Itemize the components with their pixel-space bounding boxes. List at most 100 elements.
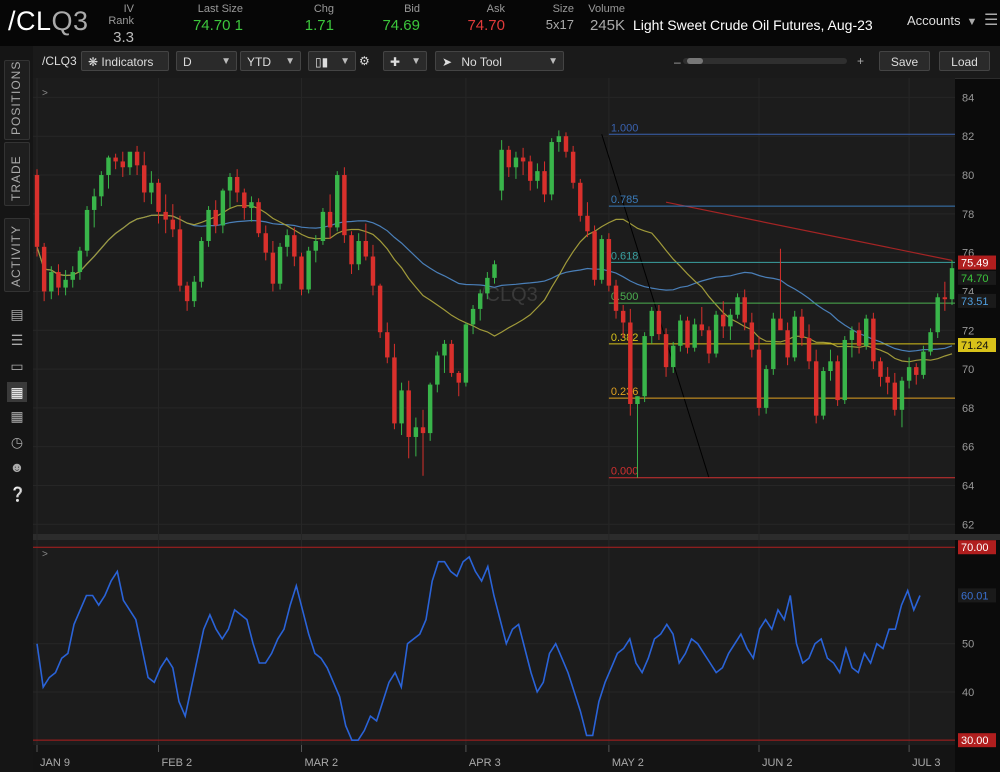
candle-body: [292, 235, 297, 257]
candle-body: [670, 345, 676, 368]
fib-level-label: 1.000: [611, 122, 639, 134]
candle-body: [735, 297, 740, 315]
candle-body: [778, 318, 783, 331]
candle-body: [570, 151, 576, 183]
candle-body: [864, 318, 869, 346]
candle-body: [806, 338, 812, 362]
price-marker-label: 73.51: [961, 296, 989, 308]
candle-body: [149, 182, 154, 193]
candle-body: [206, 209, 211, 241]
candle-body: [878, 361, 883, 377]
candle-body: [706, 330, 712, 354]
candle-body: [828, 361, 833, 372]
candle-body: [856, 330, 862, 346]
candle-body: [363, 240, 369, 257]
candle-body: [56, 272, 61, 288]
price-tick-label: 68: [962, 403, 974, 415]
candle-body: [120, 161, 125, 168]
candle-body: [771, 318, 776, 370]
candle-body: [613, 285, 619, 311]
price-tick-label: 70: [962, 364, 974, 376]
candle-body: [477, 293, 483, 309]
fib-level-label: 0.236: [611, 386, 639, 398]
price-axis: 62646668707274767880828475.4974.7073.517…: [958, 92, 996, 531]
candle-body: [585, 215, 590, 232]
candle-body: [835, 361, 840, 401]
candle-body: [413, 427, 419, 437]
candle-body: [642, 336, 647, 397]
candle-body: [556, 136, 562, 143]
fib-level-label: 0.000: [611, 466, 639, 478]
fib-level-label: 0.618: [611, 250, 639, 262]
candle-body: [427, 384, 433, 434]
collapse-toggle-rsi[interactable]: >: [42, 549, 48, 560]
candle-body: [420, 427, 426, 434]
candle-body: [313, 240, 319, 251]
candle-body: [406, 390, 411, 437]
candle-body: [113, 157, 118, 162]
candle-body: [256, 202, 261, 234]
candle-body: [721, 314, 726, 327]
candle-body: [921, 351, 926, 375]
candle-body: [442, 343, 447, 356]
panel-divider[interactable]: [33, 534, 1000, 540]
candle-body: [327, 211, 333, 228]
candle-body: [99, 175, 104, 197]
candle-body: [435, 355, 440, 385]
price-chart[interactable]: > > /CLQ3 1.0000.7850.6180.5000.3820.236…: [0, 0, 1000, 772]
date-tick-label: JUN 2: [762, 757, 793, 769]
candle-body: [628, 322, 633, 404]
candle-body: [234, 176, 240, 193]
fib-level-label: 0.785: [611, 194, 639, 206]
candle-body: [799, 316, 805, 339]
candle-body: [284, 235, 290, 247]
candle-body: [685, 320, 690, 348]
candle-body: [763, 369, 769, 408]
candle-body: [678, 320, 683, 346]
candle-body: [728, 314, 733, 327]
candle-body: [528, 161, 533, 181]
candle-body: [84, 209, 90, 251]
price-tick-label: 82: [962, 131, 974, 143]
candle-body: [392, 357, 397, 424]
price-tick-label: 64: [962, 480, 974, 492]
candle-body: [663, 334, 669, 368]
candle-body: [578, 182, 583, 216]
candle-body: [213, 209, 218, 226]
candle-body: [335, 175, 340, 228]
fib-level-label: 0.382: [611, 332, 639, 344]
candle-body: [492, 264, 497, 278]
rsi-tick-label: 40: [962, 687, 974, 699]
candle-body: [928, 332, 933, 352]
price-marker-label: 71.24: [961, 340, 989, 352]
price-tick-label: 80: [962, 170, 974, 182]
candle-body: [871, 318, 876, 362]
candle-body: [549, 142, 554, 195]
candle-body: [199, 240, 204, 282]
candle-body: [177, 229, 183, 286]
candle-body: [756, 349, 762, 408]
candle-body: [170, 219, 176, 230]
candle-body: [620, 310, 626, 323]
candle-body: [242, 192, 247, 209]
candle-body: [385, 332, 390, 358]
date-tick-label: FEB 2: [162, 757, 193, 769]
candle-body: [506, 149, 512, 168]
candle-body: [606, 239, 612, 286]
candle-body: [220, 190, 226, 226]
candle-body: [142, 165, 147, 193]
candle-body: [134, 151, 140, 166]
candle-body: [885, 376, 890, 383]
candle-body: [63, 279, 68, 288]
candle-body: [849, 330, 855, 340]
candle-body: [270, 252, 276, 284]
candle-body: [456, 372, 461, 383]
candle-body: [749, 322, 755, 350]
price-panel: [33, 78, 955, 534]
candle-body: [942, 297, 948, 300]
candle-body: [299, 256, 304, 290]
candle-body: [449, 343, 454, 373]
candle-body: [184, 285, 190, 302]
candle-body: [899, 380, 905, 410]
candle-body: [77, 250, 83, 273]
